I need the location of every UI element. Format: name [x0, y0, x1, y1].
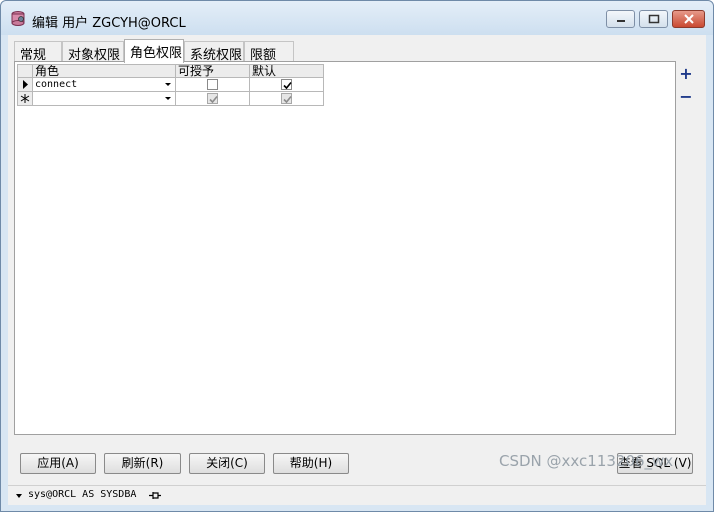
- grantable-cell: [176, 78, 250, 92]
- default-cell: [250, 78, 324, 92]
- remove-icon[interactable]: −: [679, 89, 693, 105]
- chevron-down-icon[interactable]: [165, 97, 171, 100]
- grantable-checkbox[interactable]: [207, 93, 218, 104]
- chevron-down-icon[interactable]: [165, 83, 171, 86]
- default-checkbox[interactable]: [281, 93, 292, 104]
- watermark: CSDN @xxc113206_wx: [499, 452, 674, 470]
- tab-general[interactable]: 常规: [14, 41, 62, 63]
- checkmark-icon: [283, 81, 292, 90]
- minimize-button[interactable]: [606, 10, 635, 28]
- help-button[interactable]: 帮助(H): [273, 453, 349, 474]
- new-row-indicator: [17, 92, 33, 106]
- checkmark-icon: [283, 95, 292, 104]
- checkmark-icon: [209, 95, 218, 104]
- apply-button[interactable]: 应用(A): [20, 453, 96, 474]
- asterisk-icon: [20, 94, 30, 103]
- close-window-button[interactable]: [672, 10, 705, 28]
- header-indicator: [17, 64, 33, 78]
- role-value: connect: [35, 79, 78, 90]
- current-row-indicator: [17, 78, 33, 92]
- default-cell: [250, 92, 324, 106]
- tab-quota[interactable]: 限额: [244, 41, 294, 63]
- title-bar[interactable]: 编辑 用户 ZGCYH@ORCL: [1, 1, 713, 35]
- edit-user-window: 编辑 用户 ZGCYH@ORCL 常规 对象权限 角色权限 系统权限 限额 角色: [0, 0, 714, 512]
- maximize-button[interactable]: [639, 10, 668, 28]
- status-bar: sys@ORCL AS SYSDBA: [8, 485, 706, 505]
- close-button[interactable]: 关闭(C): [189, 453, 265, 474]
- dropdown-arrow-icon[interactable]: [16, 494, 22, 498]
- database-user-icon: [10, 10, 27, 27]
- dialog-body: 常规 对象权限 角色权限 系统权限 限额 角色 可授予 默认 connect +…: [8, 35, 706, 505]
- refresh-button[interactable]: 刷新(R): [104, 453, 181, 474]
- role-privileges-panel: 角色 可授予 默认 connect: [14, 61, 676, 435]
- minimize-icon: [616, 20, 625, 22]
- tab-object-privileges[interactable]: 对象权限: [62, 41, 124, 63]
- tab-role-privileges[interactable]: 角色权限: [124, 39, 184, 63]
- column-header-role[interactable]: 角色: [33, 64, 176, 78]
- connection-status: sys@ORCL AS SYSDBA: [28, 489, 137, 500]
- maximize-icon: [648, 14, 659, 24]
- column-header-default[interactable]: 默认: [250, 64, 324, 78]
- default-checkbox[interactable]: [281, 79, 292, 90]
- role-select[interactable]: connect: [33, 78, 176, 92]
- close-icon: [683, 14, 694, 24]
- window-title: 编辑 用户 ZGCYH@ORCL: [32, 16, 186, 31]
- role-select[interactable]: [33, 92, 176, 106]
- pin-icon[interactable]: [148, 490, 162, 504]
- grantable-checkbox[interactable]: [207, 79, 218, 90]
- tab-system-privileges[interactable]: 系统权限: [184, 41, 244, 63]
- grantable-cell: [176, 92, 250, 106]
- row-pointer-icon: [23, 80, 28, 89]
- add-icon[interactable]: +: [679, 66, 693, 82]
- column-header-grantable[interactable]: 可授予: [176, 64, 250, 78]
